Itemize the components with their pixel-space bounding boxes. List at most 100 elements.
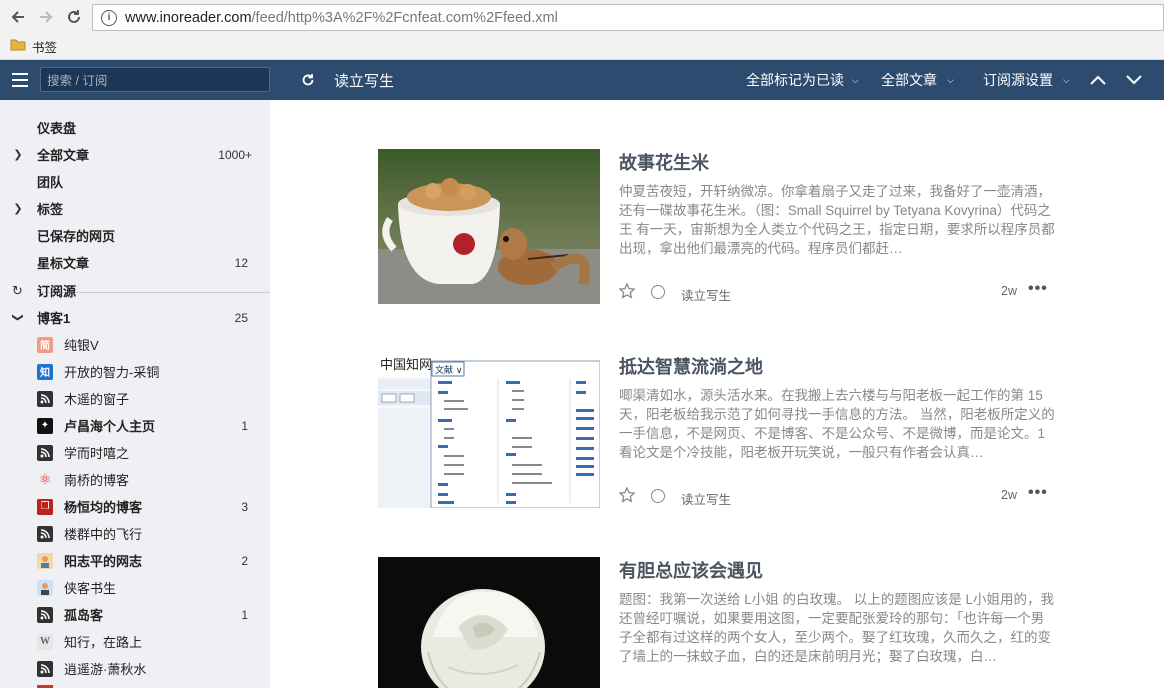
sidebar-item-dashboard[interactable]: 仪表盘 (0, 114, 270, 141)
article-source[interactable]: 读立写生 (681, 285, 731, 304)
forward-button[interactable] (34, 5, 58, 29)
reload-button[interactable] (62, 5, 86, 29)
white-rose-photo[interactable] (378, 557, 600, 688)
feed-settings-dropdown[interactable]: 订阅源设置 ⌵ (983, 60, 1070, 100)
back-button[interactable] (6, 5, 30, 29)
bookmark-folder[interactable]: 书签 (32, 37, 57, 56)
next-article-icon[interactable] (1126, 60, 1142, 100)
app-topbar: 搜索 / 订阅 读立写生 全部标记为已读 ⌵ 全部文章 ⌵ 订阅源设置 ⌵ (0, 60, 1164, 100)
feed-item[interactable]: 孤岛客 1 (0, 601, 270, 628)
feed-item[interactable]: 逍遥游·萧秋水 (0, 655, 270, 682)
feed-label: 纯银V (64, 338, 99, 353)
sidebar-item-label: 团队 (37, 175, 64, 190)
folder-icon (10, 38, 26, 54)
rss-icon (37, 525, 53, 542)
chevron-down-icon: ⌵ (947, 74, 954, 85)
jian-icon: 简 (37, 336, 53, 353)
sidebar-item-tags[interactable]: ❯ 标签 (0, 195, 270, 222)
mark-all-read-label: 全部标记为已读 (746, 72, 844, 88)
svg-text:文献 ∨: 文献 ∨ (435, 364, 462, 376)
rss-icon (37, 660, 53, 677)
article-age: 2w (1001, 488, 1017, 502)
browser-chrome: i www.inoreader.com/feed/http%3A%2F%2Fcn… (0, 0, 1164, 60)
chevron-right-icon[interactable]: ❯ (13, 148, 23, 161)
info-icon[interactable]: i (101, 9, 117, 26)
chevron-down-icon: ⌵ (852, 74, 859, 85)
more-options-icon[interactable]: ••• (1028, 484, 1048, 502)
feed-item[interactable]: 楼群中的飞行 (0, 520, 270, 547)
unread-count: 3 (241, 499, 248, 514)
wordpress-icon: W (37, 633, 53, 650)
all-articles-dropdown[interactable]: 全部文章 ⌵ (881, 60, 954, 100)
feed-item[interactable]: ⚛ 南桥的博客 (0, 466, 270, 493)
article-title[interactable]: 有胆总应该会遇见 (619, 557, 763, 583)
star-icon[interactable] (618, 486, 636, 506)
sidebar-item-subscriptions[interactable]: ↻ 订阅源 (0, 277, 270, 304)
sidebar-item-label: 仪表盘 (37, 121, 77, 136)
bookmarks-bar: 书签 (10, 37, 57, 55)
address-bar[interactable]: i www.inoreader.com/feed/http%3A%2F%2Fcn… (92, 4, 1164, 31)
red-swirl-icon: ⚛ (38, 471, 52, 487)
sidebar-item-team[interactable]: 团队 (0, 168, 270, 195)
feed-label: 南桥的博客 (64, 473, 130, 488)
cnki-screenshot[interactable]: 中国知网 文献 ∨ (378, 353, 600, 508)
sidebar: 仪表盘 ❯ 全部文章 1000+ 团队 ❯ 标签 已保存的网页 星标文章 12 … (0, 100, 270, 688)
feed-item[interactable]: 学而时嘻之 (0, 439, 270, 466)
article-title[interactable]: 抵达智慧流淌之地 (619, 353, 763, 379)
article-snippet: 仲夏苦夜短，开轩纳微凉。你拿着扇子又走了过来，我备好了一壶清酒，还有一碟故事花生… (619, 184, 1055, 256)
star-icon[interactable] (618, 282, 636, 302)
star-burst-icon: ✦ (37, 417, 53, 434)
feed-item[interactable]: 侠客书生 (0, 574, 270, 601)
red-square-icon: ❐ (37, 498, 53, 515)
article-meta: 读立写生 2w ••• (618, 484, 1055, 508)
article-age: 2w (1001, 284, 1017, 298)
chevron-down-icon[interactable]: ❯ (12, 313, 25, 323)
feed-item[interactable]: ✦ 卢昌海个人主页 1 (0, 412, 270, 439)
mark-read-icon[interactable] (651, 489, 665, 503)
more-options-icon[interactable]: ••• (1028, 280, 1048, 298)
feed-item[interactable]: 阳志平的网志 2 (0, 547, 270, 574)
sidebar-item-saved-pages[interactable]: 已保存的网页 (0, 222, 270, 249)
unread-count: 1000+ (218, 147, 252, 162)
article-card[interactable]: 中国知网 文献 ∨ 抵达智慧流淌之地 唧渠清如水，源头活水来。在我搬上去六楼与与… (378, 353, 1058, 513)
feed-item[interactable]: 简 纯银V (0, 331, 270, 358)
zhihu-icon: 知 (37, 363, 53, 380)
feed-label: 木遥的窗子 (64, 392, 130, 407)
article-title[interactable]: 故事花生米 (619, 149, 709, 175)
mark-read-icon[interactable] (651, 285, 665, 299)
folder-label: 博客1 (37, 311, 71, 326)
sidebar-item-label: 全部文章 (37, 148, 90, 163)
prev-article-icon[interactable] (1090, 60, 1106, 100)
sidebar-item-all-articles[interactable]: ❯ 全部文章 1000+ (0, 141, 270, 168)
feed-item[interactable]: 木遥的窗子 (0, 385, 270, 412)
feed-item[interactable]: W 知行，在路上 (0, 628, 270, 655)
feed-item[interactable]: ❐ 杨恒均的博客 3 (0, 493, 270, 520)
refresh-icon[interactable]: ↻ (12, 283, 23, 299)
feed-title: 读立写生 (334, 72, 395, 90)
sidebar-item-label: 标签 (37, 202, 64, 217)
mark-all-read-button[interactable]: 全部标记为已读 ⌵ (746, 60, 859, 100)
all-articles-label: 全部文章 (881, 72, 937, 88)
sidebar-item-label: 星标文章 (37, 256, 90, 271)
url-path: /feed/http%3A%2F%2Fcnfeat.com%2Ffeed.xml (251, 9, 558, 26)
menu-icon[interactable] (12, 60, 28, 100)
feed-label: 卢昌海个人主页 (64, 419, 156, 434)
unread-count: 1 (241, 418, 248, 433)
sidebar-folder-blog1[interactable]: ❯ 博客1 25 (0, 304, 270, 331)
article-card[interactable]: 故事花生米 仲夏苦夜短，开轩纳微凉。你拿着扇子又走了过来，我备好了一壶清酒，还有… (378, 149, 1058, 309)
unread-count: 25 (234, 310, 248, 325)
article-source[interactable]: 读立写生 (681, 489, 731, 508)
search-input[interactable]: 搜索 / 订阅 (40, 67, 270, 92)
article-card[interactable]: 有胆总应该会遇见 题图：我第一次送给 L小姐 的白玫瑰。 以上的题图应该是 L小… (378, 557, 1058, 688)
avatar-icon (37, 579, 53, 596)
chevron-right-icon[interactable]: ❯ (13, 202, 23, 215)
sidebar-item-starred[interactable]: 星标文章 12 (0, 249, 270, 276)
feed-item[interactable]: 知 开放的智力-采铜 (0, 358, 270, 385)
rss-icon (37, 606, 53, 623)
squirrel-peanuts-photo[interactable] (378, 149, 600, 304)
refresh-icon[interactable] (301, 60, 315, 100)
rss-icon (37, 390, 53, 407)
feed-label: 开放的智力-采铜 (64, 365, 160, 380)
unread-count: 2 (241, 553, 248, 568)
unread-count: 12 (234, 255, 248, 270)
